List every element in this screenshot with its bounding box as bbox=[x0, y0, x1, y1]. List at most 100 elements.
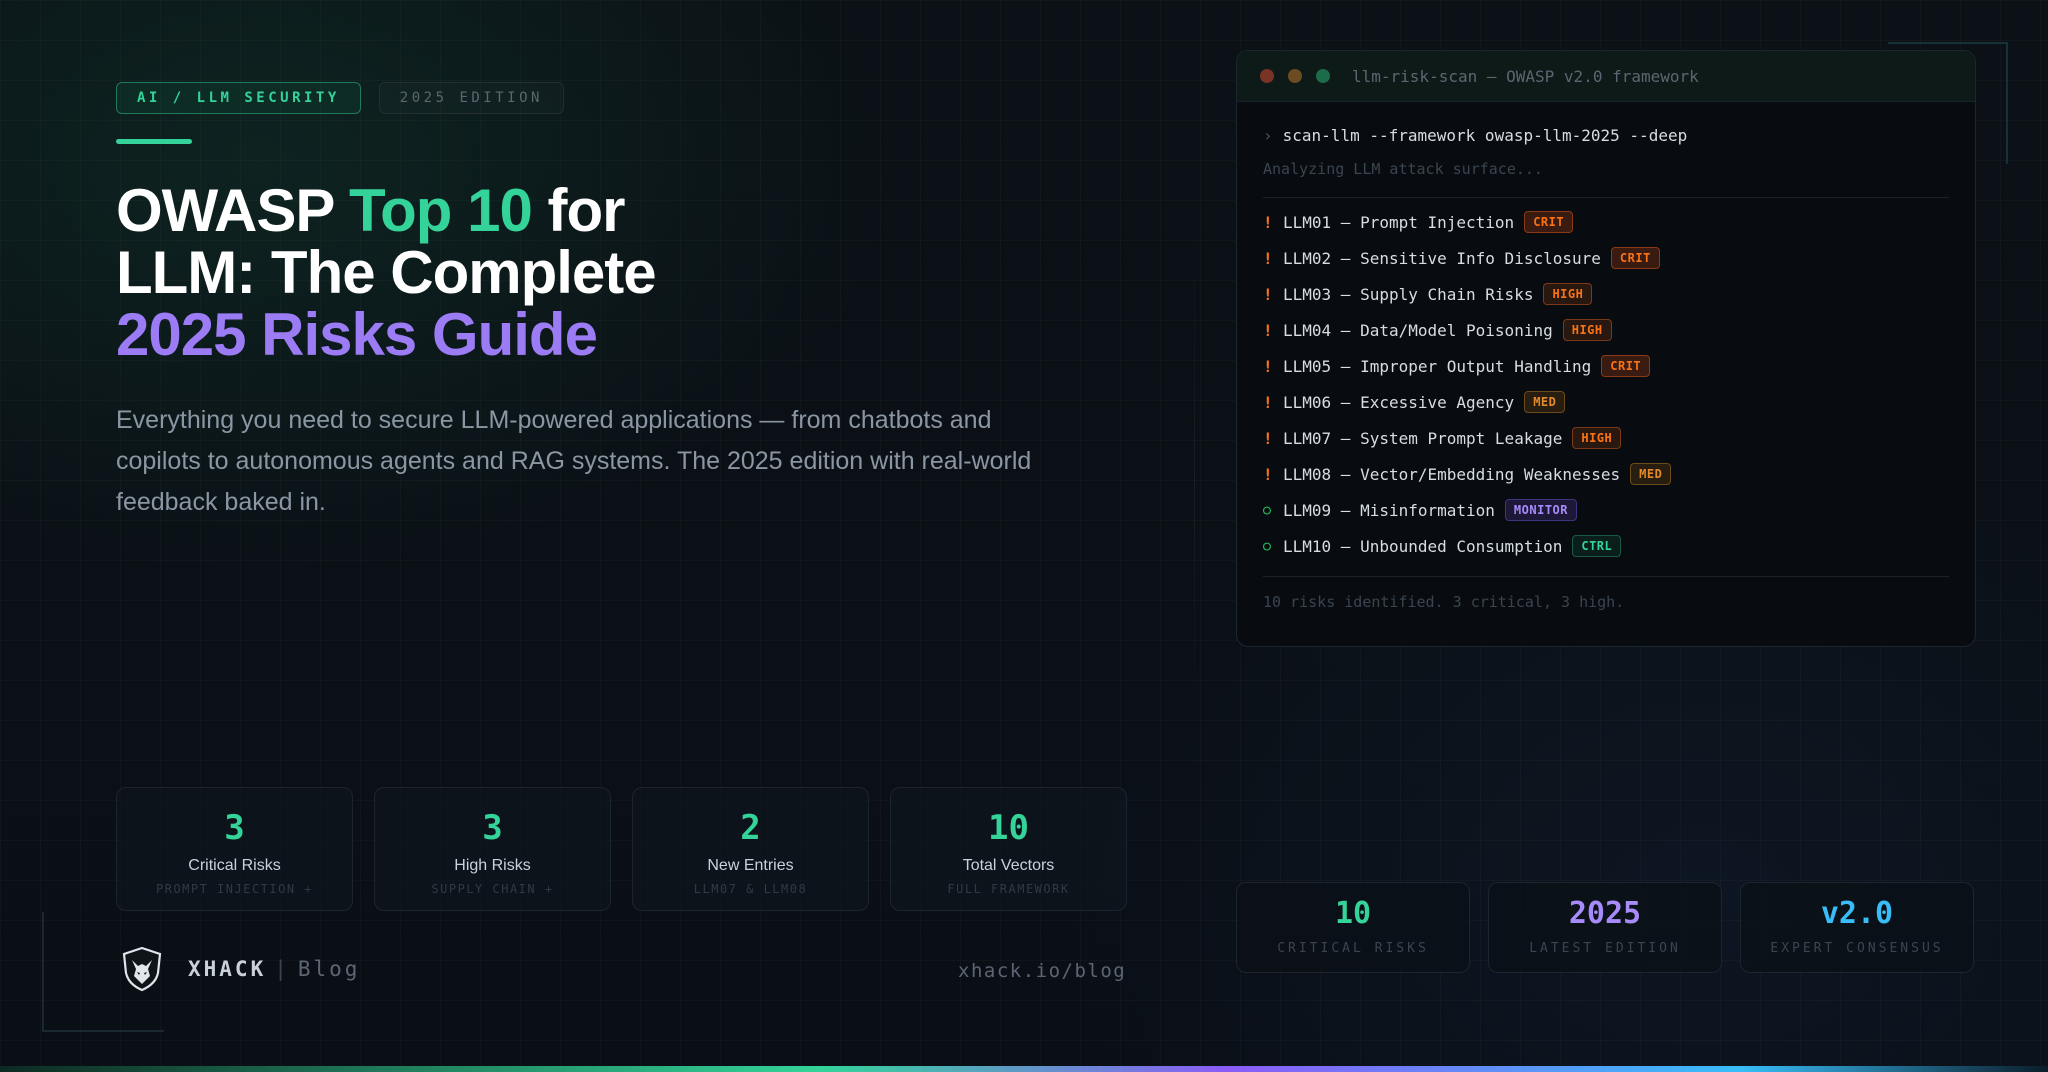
warning-icon: ! bbox=[1263, 392, 1273, 412]
stat-card-high: 3 High Risks SUPPLY CHAIN + bbox=[374, 787, 611, 911]
warning-icon: ! bbox=[1263, 212, 1273, 232]
risk-label: LLM07 — System Prompt Leakage bbox=[1283, 428, 1563, 448]
stats-row: 3 Critical Risks PROMPT INJECTION + 3 Hi… bbox=[116, 787, 1127, 911]
risk-label: LLM08 — Vector/Embedding Weaknesses bbox=[1283, 464, 1621, 484]
brand-logo-link[interactable]: XHACK | Blog bbox=[118, 945, 360, 993]
risk-item-llm03: ! LLM03 — Supply Chain Risks HIGH bbox=[1263, 276, 1949, 312]
severity-badge: CRIT bbox=[1610, 247, 1660, 269]
stat-sub: PROMPT INJECTION + bbox=[155, 882, 314, 896]
stat-label: Total Vectors bbox=[962, 857, 1055, 874]
risk-item-llm07: ! LLM07 — System Prompt Leakage HIGH bbox=[1263, 420, 1949, 456]
stat-label: EXPERT CONSENSUS bbox=[1770, 941, 1944, 956]
risk-label: LLM06 — Excessive Agency bbox=[1283, 392, 1515, 412]
stat-value: 10 bbox=[1334, 896, 1372, 931]
risk-item-llm02: ! LLM02 — Sensitive Info Disclosure CRIT bbox=[1263, 240, 1949, 276]
tag-row: AI / LLM SECURITY 2025 EDITION bbox=[116, 82, 564, 114]
brand-separator: | bbox=[274, 957, 290, 981]
title-part-owasp: OWASP bbox=[116, 177, 349, 244]
stat-card-critical-risks: 10 CRITICAL RISKS bbox=[1236, 882, 1470, 973]
page-title: OWASP Top 10 for LLM: The Complete 2025 … bbox=[116, 177, 657, 368]
terminal-title: llm-risk-scan — OWASP v2.0 framework bbox=[1352, 66, 1699, 86]
severity-badge: MED bbox=[1630, 463, 1672, 485]
title-part-top10: Top 10 bbox=[348, 177, 533, 244]
stat-value: 10 bbox=[988, 808, 1029, 848]
stat-sub: SUPPLY CHAIN + bbox=[431, 882, 554, 896]
severity-badge: HIGH bbox=[1543, 283, 1593, 305]
category-tag: AI / LLM SECURITY bbox=[116, 82, 361, 114]
terminal-command: scan-llm --framework owasp-llm-2025 --de… bbox=[1282, 126, 1688, 145]
risk-label: LLM01 — Prompt Injection bbox=[1283, 212, 1515, 232]
accent-bar bbox=[116, 139, 192, 144]
risk-label: LLM09 — Misinformation bbox=[1283, 500, 1495, 520]
risk-label: LLM03 — Supply Chain Risks bbox=[1283, 284, 1534, 304]
brand-name: XHACK | Blog bbox=[188, 957, 360, 981]
terminal-divider bbox=[1263, 197, 1949, 198]
gradient-bottom-bar bbox=[0, 1066, 2048, 1072]
maximize-window-dot[interactable] bbox=[1316, 69, 1330, 83]
wolf-shield-icon bbox=[122, 946, 162, 992]
title-part-for: for bbox=[531, 177, 626, 244]
terminal-divider bbox=[1263, 576, 1949, 577]
severity-badge: HIGH bbox=[1572, 427, 1622, 449]
close-window-dot[interactable] bbox=[1260, 69, 1274, 83]
stat-label: Critical Risks bbox=[188, 857, 281, 874]
warning-icon: ! bbox=[1263, 428, 1273, 448]
warning-icon: ! bbox=[1263, 320, 1273, 340]
stat-card-latest-edition: 2025 LATEST EDITION bbox=[1488, 882, 1722, 973]
severity-badge: CTRL bbox=[1572, 535, 1622, 557]
severity-badge: MED bbox=[1524, 391, 1566, 413]
hero-banner: AI / LLM SECURITY 2025 EDITION OWASP Top… bbox=[0, 0, 2048, 1072]
risk-item-llm09: ○ LLM09 — Misinformation MONITOR bbox=[1263, 492, 1949, 528]
stat-value: v2.0 bbox=[1820, 896, 1894, 931]
terminal-window: llm-risk-scan — OWASP v2.0 framework › sc… bbox=[1236, 50, 1976, 647]
risk-item-llm10: ○ LLM10 — Unbounded Consumption CTRL bbox=[1263, 528, 1949, 564]
risk-item-llm05: ! LLM05 — Improper Output Handling CRIT bbox=[1263, 348, 1949, 384]
terminal-command-line: › scan-llm --framework owasp-llm-2025 --d… bbox=[1263, 124, 1949, 148]
brand-section: Blog bbox=[297, 957, 361, 981]
severity-badge: CRIT bbox=[1601, 355, 1651, 377]
terminal-body: › scan-llm --framework owasp-llm-2025 --d… bbox=[1237, 102, 1975, 611]
brand-wordmark: XHACK bbox=[188, 957, 267, 981]
stat-label: New Entries bbox=[707, 857, 794, 874]
edition-tag: 2025 EDITION bbox=[378, 82, 564, 114]
title-line-3: 2025 Risks Guide bbox=[116, 301, 598, 368]
vertical-divider-line bbox=[1194, 230, 1195, 730]
stat-value: 2025 bbox=[1568, 896, 1642, 931]
stat-value: 2 bbox=[740, 808, 761, 848]
risk-label: LLM02 — Sensitive Info Disclosure bbox=[1283, 248, 1601, 268]
warning-icon: ! bbox=[1263, 248, 1273, 268]
risk-item-llm08: ! LLM08 — Vector/Embedding Weaknesses ME… bbox=[1263, 456, 1949, 492]
stat-label: CRITICAL RISKS bbox=[1277, 941, 1429, 956]
circle-icon: ○ bbox=[1263, 538, 1271, 554]
risk-label: LLM10 — Unbounded Consumption bbox=[1283, 536, 1563, 556]
risk-item-llm06: ! LLM06 — Excessive Agency MED bbox=[1263, 384, 1949, 420]
risk-item-llm01: ! LLM01 — Prompt Injection CRIT bbox=[1263, 204, 1949, 240]
terminal-summary: 10 risks identified. 3 critical, 3 high. bbox=[1263, 593, 1625, 611]
subtitle: Everything you need to secure LLM-powere… bbox=[116, 406, 1032, 516]
risk-label: LLM04 — Data/Model Poisoning bbox=[1283, 320, 1553, 340]
stat-label: High Risks bbox=[454, 857, 531, 874]
stat-label: LATEST EDITION bbox=[1529, 941, 1681, 956]
severity-badge: MONITOR bbox=[1504, 499, 1577, 521]
severity-badge: HIGH bbox=[1562, 319, 1612, 341]
stat-card-expert-consensus: v2.0 EXPERT CONSENSUS bbox=[1740, 882, 1974, 973]
minimize-window-dot[interactable] bbox=[1288, 69, 1302, 83]
stat-value: 3 bbox=[482, 808, 503, 848]
risk-item-llm04: ! LLM04 — Data/Model Poisoning HIGH bbox=[1263, 312, 1949, 348]
site-url-link[interactable]: xhack.io/blog bbox=[958, 960, 1126, 982]
right-stats-row: 10 CRITICAL RISKS 2025 LATEST EDITION v2… bbox=[1236, 882, 1974, 973]
stat-sub: LLM07 & LLM08 bbox=[693, 882, 808, 896]
terminal-status: Analyzing LLM attack surface... bbox=[1263, 160, 1543, 178]
circle-icon: ○ bbox=[1263, 502, 1271, 518]
stat-card-critical: 3 Critical Risks PROMPT INJECTION + bbox=[116, 787, 353, 911]
severity-badge: CRIT bbox=[1524, 211, 1574, 233]
warning-icon: ! bbox=[1263, 356, 1273, 376]
warning-icon: ! bbox=[1263, 464, 1273, 484]
terminal-title-bar: llm-risk-scan — OWASP v2.0 framework bbox=[1237, 51, 1975, 102]
stat-value: 3 bbox=[224, 808, 245, 848]
warning-icon: ! bbox=[1263, 284, 1273, 304]
prompt-chevron-icon: › bbox=[1263, 126, 1273, 145]
risk-label: LLM05 — Improper Output Handling bbox=[1283, 356, 1592, 376]
stat-sub: FULL FRAMEWORK bbox=[947, 882, 1070, 896]
stat-card-new-entries: 2 New Entries LLM07 & LLM08 bbox=[632, 787, 869, 911]
